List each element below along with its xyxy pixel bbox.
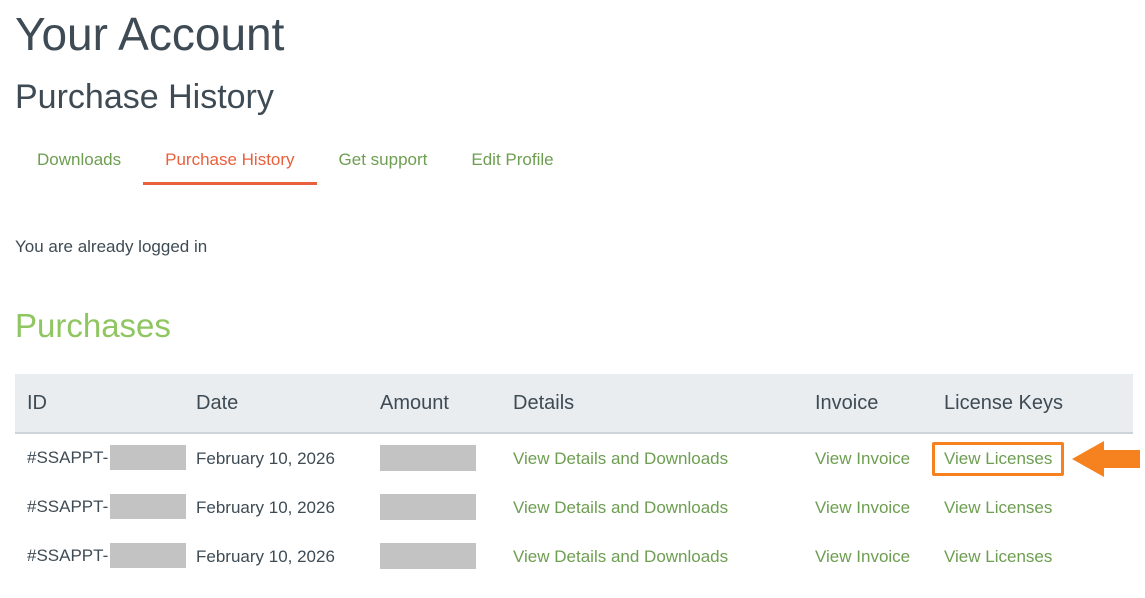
login-status-message: You are already logged in — [15, 237, 1145, 257]
account-page: Your Account Purchase History Downloads … — [0, 8, 1145, 581]
purchase-id-cell: #SSAPPT- — [15, 532, 196, 581]
view-licenses-link[interactable]: View Licenses — [944, 449, 1052, 469]
purchases-heading: Purchases — [15, 307, 1145, 345]
redacted-id-value — [110, 543, 186, 568]
redacted-amount-value — [380, 445, 476, 471]
view-details-link[interactable]: View Details and Downloads — [513, 498, 728, 517]
column-header-date: Date — [196, 374, 380, 433]
table-row: #SSAPPT- February 10, 2026 View Details … — [15, 483, 1133, 532]
redacted-id-value — [110, 494, 186, 519]
license-cell: View Licenses — [944, 441, 1133, 477]
purchase-date: February 10, 2026 — [196, 483, 380, 532]
purchase-amount-cell — [380, 483, 513, 532]
view-invoice-link[interactable]: View Invoice — [815, 449, 910, 468]
tab-edit-profile[interactable]: Edit Profile — [449, 150, 575, 185]
column-header-amount: Amount — [380, 374, 513, 433]
redacted-amount-value — [380, 494, 476, 520]
view-details-link[interactable]: View Details and Downloads — [513, 449, 728, 468]
column-header-license-keys: License Keys — [944, 374, 1133, 433]
purchase-id-prefix: #SSAPPT- — [27, 546, 108, 565]
column-header-invoice: Invoice — [815, 374, 944, 433]
redacted-amount-value — [380, 543, 476, 569]
purchase-id-cell: #SSAPPT- — [15, 483, 196, 532]
purchase-amount-cell — [380, 433, 513, 483]
redacted-id-value — [110, 445, 186, 470]
purchase-date: February 10, 2026 — [196, 532, 380, 581]
purchase-date: February 10, 2026 — [196, 433, 380, 483]
table-row: #SSAPPT- February 10, 2026 View Details … — [15, 532, 1133, 581]
account-tabs: Downloads Purchase History Get support E… — [15, 150, 1145, 185]
tab-downloads[interactable]: Downloads — [15, 150, 143, 185]
tab-purchase-history[interactable]: Purchase History — [143, 150, 316, 185]
page-title: Your Account — [15, 8, 1145, 61]
column-header-details: Details — [513, 374, 815, 433]
view-invoice-link[interactable]: View Invoice — [815, 547, 910, 566]
table-row: #SSAPPT- February 10, 2026 View Details … — [15, 433, 1133, 483]
view-invoice-link[interactable]: View Invoice — [815, 498, 910, 517]
view-licenses-link[interactable]: View Licenses — [944, 498, 1052, 517]
purchase-id-prefix: #SSAPPT- — [27, 497, 108, 516]
page-subtitle: Purchase History — [15, 79, 1145, 116]
left-arrow-icon — [1072, 441, 1140, 477]
purchase-id-prefix: #SSAPPT- — [27, 448, 108, 467]
purchase-amount-cell — [380, 532, 513, 581]
column-header-id: ID — [15, 374, 196, 433]
table-header-row: ID Date Amount Details Invoice License K… — [15, 374, 1133, 433]
view-details-link[interactable]: View Details and Downloads — [513, 547, 728, 566]
view-licenses-link[interactable]: View Licenses — [944, 547, 1052, 566]
purchase-id-cell: #SSAPPT- — [15, 433, 196, 483]
highlight-box: View Licenses — [932, 442, 1064, 476]
tab-get-support[interactable]: Get support — [317, 150, 450, 185]
purchases-table: ID Date Amount Details Invoice License K… — [15, 374, 1133, 581]
